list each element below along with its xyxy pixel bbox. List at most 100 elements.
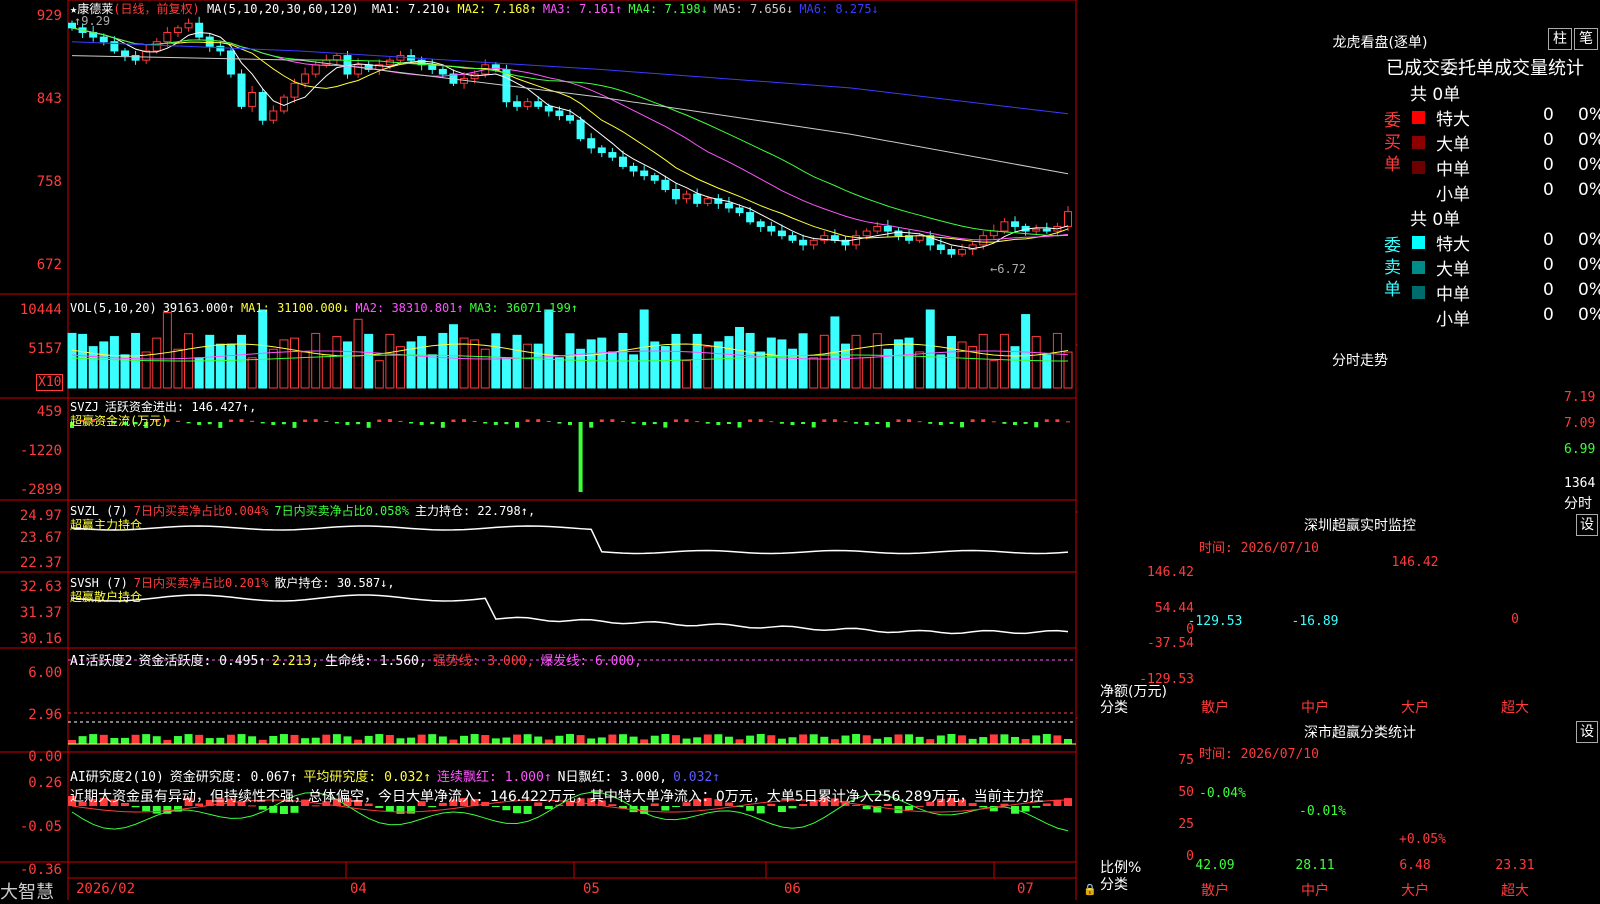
fl-time: 时间: 2026/07/10 xyxy=(1199,747,1319,762)
activity-bar xyxy=(120,737,129,744)
fund-flow-bar xyxy=(281,422,286,425)
fl-ytick: 25 xyxy=(1178,817,1194,832)
ma-prefix: MA(5,10,20,30,60,120) xyxy=(206,2,359,16)
volume-bar xyxy=(766,337,776,389)
sz-category-label: 中户 xyxy=(1301,700,1329,716)
fund-flow-bar xyxy=(186,422,191,424)
activity-bar xyxy=(99,734,108,744)
fund-flow-bar xyxy=(885,422,890,428)
activity-bar xyxy=(205,738,214,744)
svzl-sub: 超赢主力持仓 xyxy=(70,518,143,532)
sz-settings-button[interactable]: 设 xyxy=(1576,514,1598,536)
activity-bar xyxy=(767,735,776,744)
volume-bar xyxy=(480,348,490,389)
candle xyxy=(671,188,680,200)
svzj-sub: 超赢资金流(万元) xyxy=(70,414,169,428)
sell-row-name: 特大 xyxy=(1436,235,1470,255)
sz-bar-value: -129.53 xyxy=(1187,613,1243,629)
candle xyxy=(396,55,405,61)
ai1-ytick-2: 2.96 xyxy=(28,707,62,723)
lock-icon[interactable]: 🔒 xyxy=(1083,883,1097,896)
fund-flow-bar xyxy=(970,419,975,422)
ai2-legend: AI研究度2(10) 资金研究度: 0.067↑ 平均研究度: 0.032↑ 连续飘红… xyxy=(70,770,721,785)
activity-bar xyxy=(385,734,394,744)
activity-bar xyxy=(407,737,416,744)
activity-bar xyxy=(131,734,140,744)
fund-flow-bar xyxy=(981,419,986,422)
left-frame xyxy=(67,0,1077,879)
candle xyxy=(746,212,755,223)
fl-settings-button[interactable]: 设 xyxy=(1576,721,1598,743)
svsh-ytick-2: 31.37 xyxy=(19,605,62,621)
research-bar xyxy=(756,806,765,814)
ai2-ytick-2: -0.05 xyxy=(19,819,62,835)
volume-bar xyxy=(470,339,480,389)
fund-flow-bar xyxy=(260,422,265,424)
volume-bar xyxy=(788,348,798,389)
activity-bar xyxy=(481,735,490,744)
fl-ytick: 75 xyxy=(1178,753,1194,768)
tabs-line[interactable]: 已成交委托单成交量统计 xyxy=(1386,54,1584,80)
sz-title: 深圳超赢实时监控 xyxy=(1304,518,1416,534)
volume-bar xyxy=(915,351,925,389)
research-bar xyxy=(428,806,437,808)
sell-row-pct: 0% xyxy=(1578,255,1600,275)
volume-bar xyxy=(544,309,554,389)
activity-bar xyxy=(799,734,808,744)
fund-flow-bar xyxy=(451,419,456,422)
fund-flow-bar xyxy=(557,422,562,424)
activity-bar xyxy=(1011,736,1020,744)
activity-bar xyxy=(343,736,352,744)
svzl-ytick-2: 23.67 xyxy=(19,530,62,546)
fund-flow-bar xyxy=(324,420,329,422)
fs-title: 分时走势 xyxy=(1332,353,1388,369)
fund-flow-bar xyxy=(377,419,382,422)
volume-bar xyxy=(819,334,829,389)
volume-bar xyxy=(639,309,649,389)
candle xyxy=(576,119,585,140)
fund-flow-bar xyxy=(737,422,742,428)
volume-bar xyxy=(491,333,501,389)
vol-ytick-2: 5157 xyxy=(28,341,62,357)
tick-mode-button[interactable]: 笔 xyxy=(1574,28,1598,50)
candle xyxy=(608,152,617,158)
activity-bar xyxy=(788,737,797,744)
fund-flow-bar xyxy=(991,421,996,423)
ma-value-5: MA5: 7.656↓ xyxy=(713,2,794,16)
chart-canvas[interactable] xyxy=(0,0,1078,900)
candle xyxy=(661,179,670,190)
fund-flow-bar xyxy=(631,422,636,424)
volume-bar xyxy=(1021,314,1031,389)
fl-category-label: 中户 xyxy=(1301,883,1329,899)
fund-flow-bar xyxy=(504,422,509,425)
activity-bar xyxy=(375,734,384,744)
period-label[interactable]: (日线，前复权) xyxy=(113,2,199,16)
activity-bar xyxy=(311,737,320,744)
bar-mode-button[interactable]: 柱 xyxy=(1548,28,1572,50)
sz-bar-value: 0 xyxy=(1511,611,1519,627)
volume-bar xyxy=(978,333,988,389)
fl-category-label: 大户 xyxy=(1401,883,1429,899)
activity-bar xyxy=(68,740,76,744)
research-bar xyxy=(258,806,267,810)
activity-bar xyxy=(661,734,670,744)
ai2-comment: 近期大资金虽有异动，但持续性不强，总体偏空，今日大单净流入：146.422万元，… xyxy=(70,789,1044,805)
activity-bar xyxy=(682,738,691,744)
activity-bar xyxy=(301,738,310,744)
fund-flow-bar xyxy=(313,419,318,422)
activity-bar xyxy=(915,736,924,744)
activity-bar xyxy=(905,734,914,744)
activity-bar xyxy=(862,735,871,744)
research-bar xyxy=(279,806,288,814)
sz-xlabel: 分类 xyxy=(1100,700,1128,716)
activity-bar xyxy=(989,734,998,744)
activity-bar xyxy=(820,736,829,744)
fund-flow-bar xyxy=(843,421,848,423)
candle xyxy=(534,101,543,107)
candle xyxy=(195,22,204,38)
ai1-ytick-3: 0.00 xyxy=(28,749,62,765)
volume-bar xyxy=(798,333,808,389)
research-bar xyxy=(915,805,924,807)
activity-bar xyxy=(1042,734,1051,744)
candle xyxy=(269,110,278,121)
